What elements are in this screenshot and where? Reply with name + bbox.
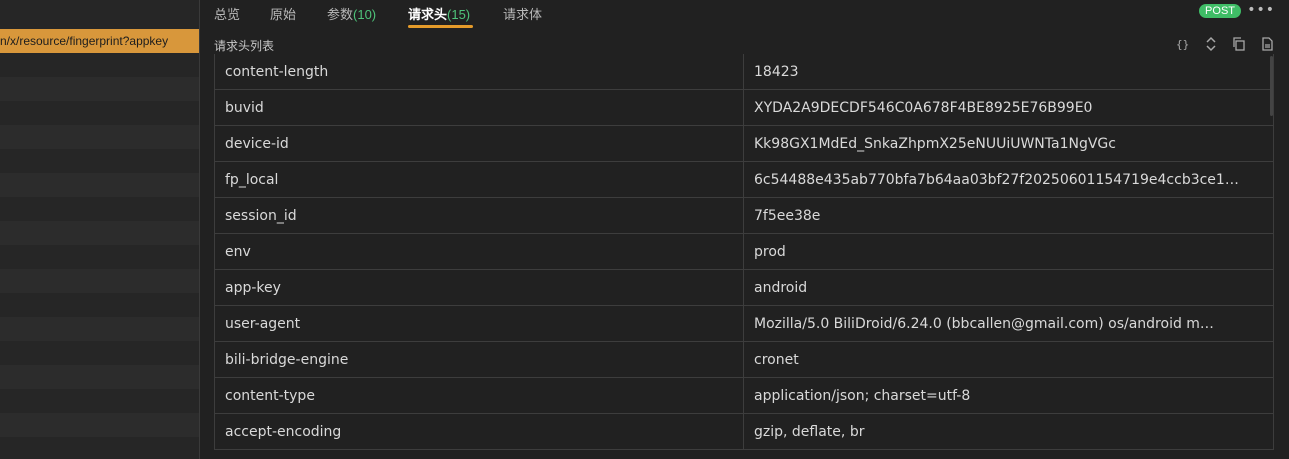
list-item[interactable]	[0, 221, 199, 245]
table-row: content-length 18423	[214, 54, 1274, 90]
table-row: bili-bridge-engine cronet	[214, 341, 1274, 378]
header-name: env	[214, 233, 744, 270]
header-value: 18423	[743, 54, 1274, 90]
table-row: app-key android	[214, 269, 1274, 306]
section-title: 请求头列表	[214, 39, 275, 53]
tab-label: 请求体	[503, 7, 543, 22]
header-name: accept-encoding	[214, 413, 744, 450]
list-item[interactable]	[0, 125, 199, 149]
request-detail-pane: 总览 原始 参数(10) 请求头(15) 请求体 POST ••• 请求头列表 …	[200, 0, 1289, 459]
header-value: 7f5ee38e	[743, 197, 1274, 234]
headers-toolbar: {}	[1175, 36, 1275, 54]
braces-icon[interactable]: {}	[1175, 36, 1191, 52]
tab-label: 请求头	[408, 7, 448, 22]
table-row: content-type application/json; charset=ut…	[214, 377, 1274, 414]
header-value: cronet	[743, 341, 1274, 378]
table-scrollbar[interactable]	[1270, 56, 1273, 116]
tab-request-headers[interactable]: 请求头(15)	[408, 4, 470, 23]
list-item[interactable]	[0, 365, 199, 389]
list-item[interactable]	[0, 413, 199, 437]
list-item[interactable]	[0, 77, 199, 101]
method-badge: POST	[1199, 4, 1241, 18]
tab-label: 原始	[270, 7, 297, 22]
header-name: app-key	[214, 269, 744, 306]
table-row: device-id Kk98GX1MdEd_SnkaZhpmX25eNUUiUWN…	[214, 125, 1274, 162]
tab-request-body[interactable]: 请求体	[503, 4, 542, 23]
tab-raw[interactable]: 原始	[270, 4, 296, 23]
active-tab-indicator	[408, 25, 473, 28]
header-name: user-agent	[214, 305, 744, 342]
header-name: bili-bridge-engine	[214, 341, 744, 378]
table-row: accept-encoding gzip, deflate, br	[214, 413, 1274, 450]
header-value: Mozilla/5.0 BiliDroid/6.24.0 (bbcallen@g…	[743, 305, 1274, 342]
request-list: n/x/resource/fingerprint?appkey	[0, 0, 200, 459]
collapse-expand-icon[interactable]	[1203, 36, 1219, 52]
list-item[interactable]	[0, 101, 199, 125]
list-item[interactable]	[0, 389, 199, 413]
headers-table: content-length 18423 buvid XYDA2A9DECDF546…	[214, 54, 1274, 450]
detail-tabs: 总览 原始 参数(10) 请求头(15) 请求体 POST •••	[200, 0, 1289, 30]
list-item[interactable]	[0, 317, 199, 341]
header-name: fp_local	[214, 161, 744, 198]
table-row: user-agent Mozilla/5.0 BiliDroid/6.24.0 (…	[214, 305, 1274, 342]
header-value: application/json; charset=utf-8	[743, 377, 1274, 414]
table-row: buvid XYDA2A9DECDF546C0A678F4BE8925E76B99…	[214, 89, 1274, 126]
header-value: 6c54488e435ab770bfa7b64aa03bf27f20250601…	[743, 161, 1274, 198]
file-icon[interactable]	[1259, 36, 1275, 52]
header-name: buvid	[214, 89, 744, 126]
list-item[interactable]	[0, 437, 199, 459]
table-row: fp_local 6c54488e435ab770bfa7b64aa03bf27f…	[214, 161, 1274, 198]
list-item[interactable]	[0, 197, 199, 221]
header-name: device-id	[214, 125, 744, 162]
list-item[interactable]	[0, 173, 199, 197]
list-item[interactable]	[0, 341, 199, 365]
list-item[interactable]	[0, 0, 199, 29]
header-value: Kk98GX1MdEd_SnkaZhpmX25eNUUiUWNTa1NgVGc	[743, 125, 1274, 162]
tab-count: (15)	[447, 7, 471, 22]
table-row: session_id 7f5ee38e	[214, 197, 1274, 234]
tab-count: (10)	[353, 7, 377, 22]
header-name: content-type	[214, 377, 744, 414]
table-row: env prod	[214, 233, 1274, 270]
header-value: gzip, deflate, br	[743, 413, 1274, 450]
copy-icon[interactable]	[1231, 36, 1247, 52]
header-name: session_id	[214, 197, 744, 234]
tab-overview[interactable]: 总览	[214, 4, 240, 23]
list-item[interactable]	[0, 149, 199, 173]
list-item[interactable]	[0, 293, 199, 317]
svg-text:{}: {}	[1176, 38, 1189, 51]
tab-params[interactable]: 参数(10)	[327, 4, 376, 23]
list-item[interactable]	[0, 245, 199, 269]
header-value: android	[743, 269, 1274, 306]
list-item[interactable]	[0, 53, 199, 77]
header-value: prod	[743, 233, 1274, 270]
list-item[interactable]	[0, 269, 199, 293]
header-name: content-length	[214, 54, 744, 90]
request-list-item-selected[interactable]: n/x/resource/fingerprint?appkey	[0, 29, 199, 53]
more-icon[interactable]: •••	[1247, 2, 1275, 18]
tab-label: 总览	[214, 7, 241, 22]
header-value: XYDA2A9DECDF546C0A678F4BE8925E76B99E0	[743, 89, 1274, 126]
tab-label: 参数	[327, 7, 354, 22]
